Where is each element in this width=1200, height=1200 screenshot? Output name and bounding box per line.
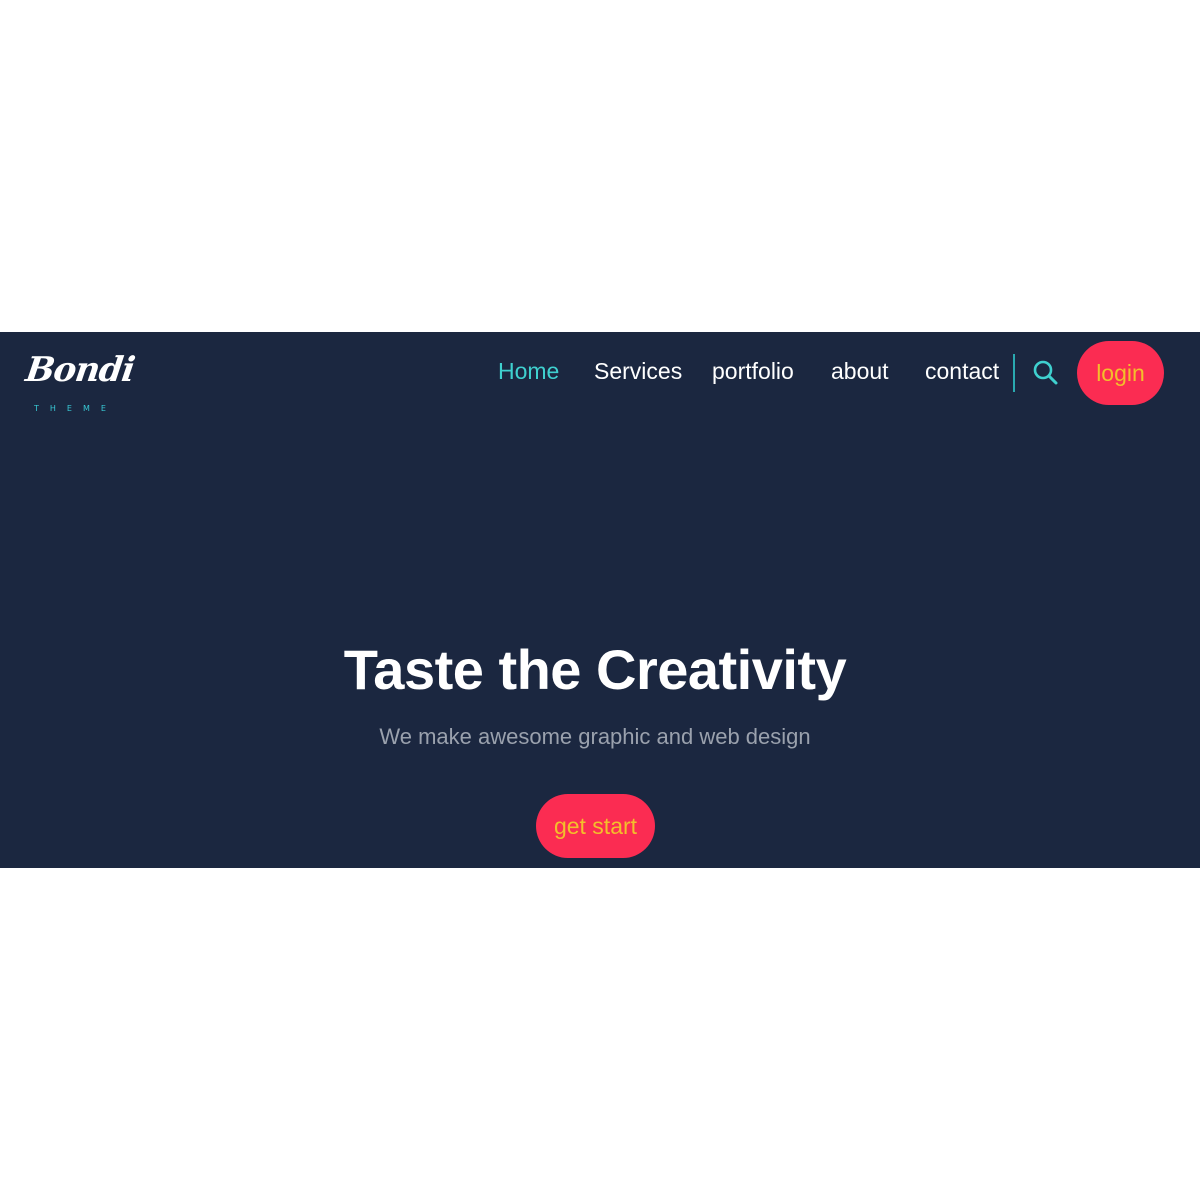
hero-subtitle: We make awesome graphic and web design (379, 724, 811, 749)
nav-divider (1013, 354, 1015, 392)
nav-item-home[interactable]: Home (498, 358, 559, 385)
hero-title: Taste the Creativity (343, 638, 847, 701)
nav-item-contact[interactable]: contact (925, 358, 999, 385)
nav-item-portfolio[interactable]: portfolio (712, 358, 794, 385)
search-button[interactable] (1032, 359, 1060, 387)
page: Bondi THEME Home Services portfolio abou… (0, 0, 1200, 1200)
hero-section: Bondi THEME Home Services portfolio abou… (0, 332, 1200, 868)
nav-item-about[interactable]: about (831, 358, 889, 385)
nav-item-services[interactable]: Services (594, 358, 682, 385)
main-nav: Home Services portfolio about contact lo… (0, 332, 1200, 414)
login-button[interactable]: login (1077, 341, 1164, 405)
search-icon (1033, 360, 1058, 385)
get-start-button[interactable]: get start (536, 794, 655, 858)
